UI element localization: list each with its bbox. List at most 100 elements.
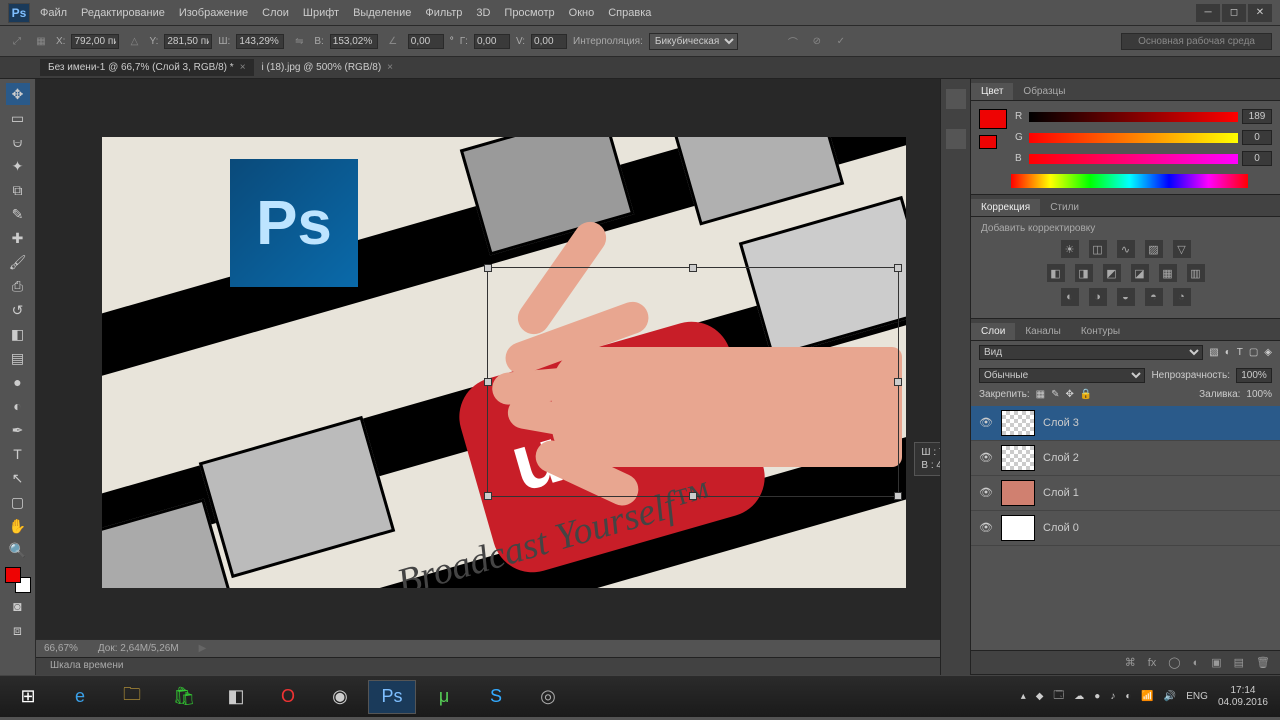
layer-name[interactable]: Слой 2: [1043, 452, 1079, 464]
menu-type[interactable]: Шрифт: [303, 7, 339, 19]
photo-filter-icon[interactable]: ◩: [1103, 264, 1121, 282]
layer-name[interactable]: Слой 0: [1043, 522, 1079, 534]
fill-value[interactable]: 100%: [1246, 389, 1272, 400]
filter-type-icon[interactable]: T: [1237, 347, 1243, 358]
layer-filter-select[interactable]: Вид: [979, 345, 1203, 360]
layer-name[interactable]: Слой 1: [1043, 487, 1079, 499]
threshold-icon[interactable]: ◒: [1117, 288, 1135, 306]
g-slider[interactable]: [1029, 133, 1238, 143]
lut-icon[interactable]: ▦: [1159, 264, 1177, 282]
vskew-input[interactable]: [531, 34, 567, 49]
timeline-bar[interactable]: Шкала времени: [36, 657, 940, 675]
start-button[interactable]: ⊞: [4, 680, 52, 714]
lock-pos-icon[interactable]: ✥: [1066, 389, 1074, 400]
free-transform-bounds[interactable]: Ш : 7,86 см В : 4,57 см: [487, 267, 899, 497]
eraser-tool[interactable]: ◧: [6, 323, 30, 345]
group-icon[interactable]: ▣: [1211, 656, 1221, 669]
mask-icon[interactable]: ◯: [1168, 656, 1180, 669]
close-icon[interactable]: ×: [387, 62, 393, 73]
r-slider[interactable]: [1029, 112, 1238, 122]
visibility-icon[interactable]: 👁: [979, 521, 993, 535]
tab-layers[interactable]: Слои: [971, 323, 1015, 340]
quickmask-tool[interactable]: ◙: [6, 595, 30, 617]
filter-adjust-icon[interactable]: ◐: [1225, 347, 1231, 358]
tab-swatches[interactable]: Образцы: [1013, 83, 1075, 100]
properties-panel-icon[interactable]: [946, 129, 966, 149]
cancel-icon[interactable]: ⊘: [808, 32, 826, 50]
path-select-tool[interactable]: ↖: [6, 467, 30, 489]
layer-name[interactable]: Слой 3: [1043, 417, 1079, 429]
transform-handle[interactable]: [894, 264, 902, 272]
commit-icon[interactable]: ✓: [832, 32, 850, 50]
layer-thumb[interactable]: [1001, 445, 1035, 471]
lock-pixels-icon[interactable]: ✎: [1051, 389, 1059, 400]
tray-icon[interactable]: ◐: [1125, 691, 1131, 702]
r-value[interactable]: 189: [1242, 109, 1272, 124]
tab-styles[interactable]: Стили: [1040, 199, 1089, 216]
reference-point-icon[interactable]: ▦: [32, 32, 50, 50]
opera-icon[interactable]: O: [264, 680, 312, 714]
blur-tool[interactable]: ●: [6, 371, 30, 393]
delete-layer-icon[interactable]: 🗑: [1256, 656, 1270, 669]
layer-row[interactable]: 👁Слой 1: [971, 476, 1280, 511]
tab-adjustments[interactable]: Коррекция: [971, 199, 1040, 216]
window-maximize-button[interactable]: ◻: [1222, 4, 1246, 22]
layer-thumb[interactable]: [1001, 480, 1035, 506]
g-value[interactable]: 0: [1242, 130, 1272, 145]
tray-network-icon[interactable]: 📶: [1141, 691, 1153, 702]
window-minimize-button[interactable]: ─: [1196, 4, 1220, 22]
tray-lang[interactable]: ENG: [1186, 691, 1208, 702]
document-tab-1[interactable]: Без имени-1 @ 66,7% (Слой 3, RGB/8) *×: [40, 59, 254, 76]
angle-input[interactable]: [408, 34, 444, 49]
menu-select[interactable]: Выделение: [353, 7, 411, 19]
gradient-tool[interactable]: ▤: [6, 347, 30, 369]
tray-icon[interactable]: ♪: [1110, 691, 1115, 702]
menu-filter[interactable]: Фильтр: [425, 7, 462, 19]
zoom-level[interactable]: 66,67%: [44, 643, 78, 654]
move-tool[interactable]: ✥: [6, 83, 30, 105]
b-slider[interactable]: [1029, 154, 1238, 164]
menu-help[interactable]: Справка: [608, 7, 651, 19]
opacity-value[interactable]: 100%: [1236, 368, 1272, 383]
layer-thumb[interactable]: [1001, 410, 1035, 436]
tray-icon[interactable]: ●: [1094, 691, 1100, 702]
menu-edit[interactable]: Редактирование: [81, 7, 165, 19]
transform-handle[interactable]: [689, 264, 697, 272]
zoom-tool[interactable]: 🔍: [6, 539, 30, 561]
transform-handle[interactable]: [894, 492, 902, 500]
screenmode-tool[interactable]: ⧈: [6, 619, 30, 641]
bg-color-swatch[interactable]: [979, 135, 997, 149]
heal-tool[interactable]: ✚: [6, 227, 30, 249]
warp-icon[interactable]: ⌒: [784, 32, 802, 50]
visibility-icon[interactable]: 👁: [979, 416, 993, 430]
bw-icon[interactable]: ◨: [1075, 264, 1093, 282]
marquee-tool[interactable]: ▭: [6, 107, 30, 129]
b-value[interactable]: 0: [1242, 151, 1272, 166]
tray-icon[interactable]: 🗔: [1053, 688, 1064, 705]
more-icon[interactable]: ▥: [1187, 264, 1205, 282]
filter-shape-icon[interactable]: ▢: [1249, 347, 1258, 358]
tab-channels[interactable]: Каналы: [1015, 323, 1071, 340]
collapsed-panel-dock[interactable]: [940, 79, 970, 675]
visibility-icon[interactable]: 👁: [979, 451, 993, 465]
eyedropper-tool[interactable]: ✎: [6, 203, 30, 225]
wand-tool[interactable]: ✦: [6, 155, 30, 177]
crop-tool[interactable]: ⧉: [6, 179, 30, 201]
tray-clock[interactable]: 17:14 04.09.2016: [1218, 685, 1268, 709]
layer-row[interactable]: 👁 Слой 0: [971, 511, 1280, 546]
exposure-icon[interactable]: ▨: [1145, 240, 1163, 258]
swap-xy-icon[interactable]: △: [125, 32, 143, 50]
explorer-icon[interactable]: 🗀: [108, 680, 156, 714]
system-tray[interactable]: ▴ ◆ 🗔 ☁ ● ♪ ◐ 📶 🔊 ENG 17:14 04.09.2016: [1021, 685, 1276, 709]
fx-icon[interactable]: fx: [1148, 657, 1157, 669]
menu-3d[interactable]: 3D: [476, 7, 490, 19]
menu-file[interactable]: Файл: [40, 7, 67, 19]
history-brush-tool[interactable]: ↺: [6, 299, 30, 321]
filter-pixel-icon[interactable]: ▧: [1209, 347, 1218, 358]
app-icon[interactable]: ◧: [212, 680, 260, 714]
brightness-icon[interactable]: ☀: [1061, 240, 1079, 258]
adj-layer-icon[interactable]: ◐: [1193, 657, 1200, 669]
skype-icon[interactable]: S: [472, 680, 520, 714]
utorrent-icon[interactable]: μ: [420, 680, 468, 714]
stamp-tool[interactable]: ⎙: [6, 275, 30, 297]
